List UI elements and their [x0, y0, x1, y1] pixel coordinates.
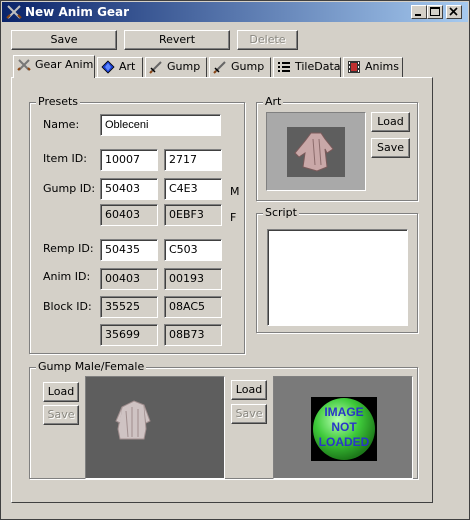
art-load-button[interactable]: Load	[371, 112, 410, 132]
remp-id-hex-field[interactable]: C503	[164, 239, 222, 261]
item-id-hex-field[interactable]: 2717	[164, 149, 222, 171]
art-image-frame	[287, 127, 345, 177]
tab-gear-anim[interactable]: Gear Anim	[13, 55, 95, 78]
gump-male-save-button[interactable]: Save	[43, 405, 79, 425]
crossed-swords-icon	[17, 59, 31, 71]
robe-icon	[115, 400, 151, 440]
male-label: M	[230, 185, 240, 198]
list-icon	[278, 62, 290, 72]
film-icon	[348, 61, 360, 73]
script-group: Script	[256, 206, 418, 333]
anim-id-label: Anim ID:	[43, 270, 91, 283]
block-id-1-decimal-field: 35525	[100, 296, 158, 318]
maximize-button[interactable]	[427, 5, 443, 19]
name-label: Name:	[43, 118, 80, 131]
item-id-label: Item ID:	[43, 152, 87, 165]
app-window: New Anim Gear Save Revert Delete Gear An…	[0, 0, 470, 520]
tab-label: TileData	[295, 60, 341, 73]
save-button[interactable]: Save	[11, 30, 117, 50]
script-group-label: Script	[263, 206, 299, 220]
tab-panel-gear-anim: Presets Name: Item ID: 10007 2717 Gump I…	[11, 77, 433, 503]
block-id-1-hex-field: 08AC5	[164, 296, 222, 318]
gump-female-save-button[interactable]: Save	[231, 404, 267, 424]
close-button[interactable]	[446, 5, 462, 19]
image-not-loaded-line-3: LOADED	[318, 435, 370, 449]
block-id-2-hex-field: 08B73	[164, 324, 222, 346]
title-bar[interactable]: New Anim Gear	[2, 2, 468, 22]
revert-button[interactable]: Revert	[124, 30, 230, 50]
art-group-label: Art	[263, 95, 284, 109]
gump-male-female-group: Gump Male/Female Load Save Load Save IMA…	[29, 360, 418, 479]
female-label: F	[230, 211, 237, 224]
sword-icon	[149, 61, 162, 74]
gump-female-load-button[interactable]: Load	[231, 380, 267, 400]
tab-label: Gear Anim	[35, 58, 94, 71]
blue-gem-icon	[101, 60, 115, 74]
tab-tiledata[interactable]: TileData	[273, 57, 341, 77]
presets-group: Presets Name: Item ID: 10007 2717 Gump I…	[29, 95, 245, 354]
minimize-button[interactable]	[411, 5, 427, 19]
tab-label: Gump	[167, 60, 201, 73]
tab-gump-2[interactable]: Gump	[209, 57, 271, 77]
crossed-swords-icon	[6, 5, 22, 19]
remp-id-decimal-field[interactable]: 50435	[100, 239, 158, 261]
block-id-label: Block ID:	[43, 300, 92, 313]
anim-id-hex-field: 00193	[164, 268, 222, 290]
anim-id-decimal-field: 00403	[100, 268, 158, 290]
art-group: Art Load Save	[256, 95, 418, 201]
tab-art[interactable]: Art	[97, 57, 143, 77]
tab-anims[interactable]: Anims	[343, 57, 403, 77]
block-id-2-decimal-field: 35699	[100, 324, 158, 346]
item-id-decimal-field[interactable]: 10007	[100, 149, 158, 171]
delete-button[interactable]: Delete	[237, 30, 298, 50]
gump-id-female-decimal-field: 60403	[100, 204, 158, 226]
image-not-loaded-frame: IMAGE NOT LOADED	[311, 397, 377, 461]
image-not-loaded-line-1: IMAGE	[324, 405, 364, 419]
robe-icon	[294, 132, 334, 172]
remp-id-label: Remp ID:	[43, 242, 94, 255]
image-not-loaded-line-2: NOT	[331, 420, 357, 434]
gump-id-label: Gump ID:	[43, 182, 96, 195]
script-textarea[interactable]	[267, 229, 408, 326]
name-input[interactable]	[100, 114, 221, 136]
gump-female-preview: IMAGE NOT LOADED	[273, 376, 413, 479]
gump-male-preview	[85, 376, 225, 479]
tab-label: Anims	[365, 60, 399, 73]
tab-label: Gump	[231, 60, 265, 73]
tab-label: Art	[119, 60, 136, 73]
tab-gump-1[interactable]: Gump	[145, 57, 207, 77]
close-icon	[449, 7, 458, 16]
maximize-icon	[430, 7, 440, 16]
art-save-button[interactable]: Save	[371, 138, 410, 158]
gump-male-load-button[interactable]: Load	[43, 382, 79, 402]
gump-male-female-group-label: Gump Male/Female	[36, 360, 147, 374]
minimize-icon	[415, 14, 421, 16]
presets-group-label: Presets	[36, 95, 81, 109]
sword-icon	[213, 61, 226, 74]
gump-id-female-hex-field: 0EBF3	[164, 204, 222, 226]
gump-id-male-decimal-field[interactable]: 50403	[100, 178, 158, 200]
gump-id-male-hex-field[interactable]: C4E3	[164, 178, 222, 200]
window-title: New Anim Gear	[25, 5, 130, 19]
art-preview	[266, 112, 366, 191]
